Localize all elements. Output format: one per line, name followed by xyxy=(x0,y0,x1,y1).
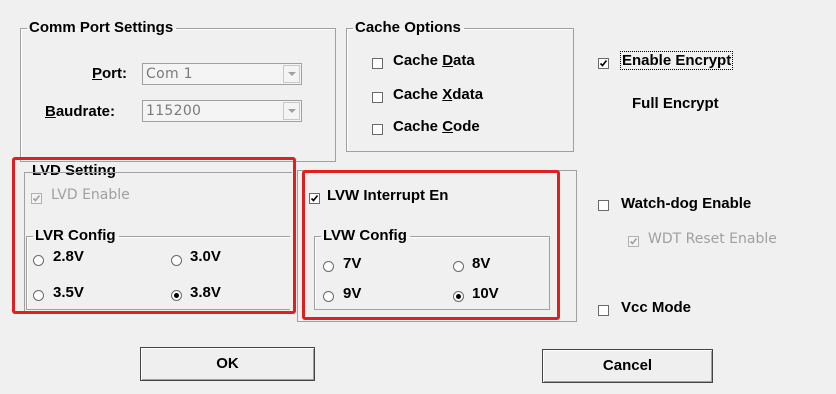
lvd-highlight-box xyxy=(12,157,296,314)
baudrate-value: 115200 xyxy=(146,103,202,119)
cache-code-label[interactable]: Cache Code xyxy=(393,118,480,135)
ok-button[interactable]: OK xyxy=(140,347,315,381)
wdt-reset-checkbox[interactable] xyxy=(628,236,639,247)
comm-port-settings-title: Comm Port Settings xyxy=(29,19,174,36)
port-label: Port: xyxy=(92,65,128,82)
chevron-down-icon xyxy=(288,109,296,113)
vcc-mode-checkbox[interactable] xyxy=(598,305,609,316)
checkmark-icon xyxy=(629,238,638,245)
enable-encrypt-label[interactable]: Enable Encrypt xyxy=(619,51,734,70)
comm-port-settings-group: Comm Port Settings xyxy=(20,20,336,162)
enable-encrypt-checkbox[interactable] xyxy=(598,58,609,69)
cancel-button[interactable]: Cancel xyxy=(542,349,713,383)
cache-data-label[interactable]: Cache Data xyxy=(393,52,475,69)
checkmark-icon xyxy=(599,60,608,67)
wdt-reset-label[interactable]: WDT Reset Enable xyxy=(648,231,777,247)
chevron-down-icon xyxy=(288,72,296,76)
port-dropdown-button[interactable] xyxy=(283,65,300,83)
baudrate-dropdown-button[interactable] xyxy=(283,102,300,120)
port-select[interactable]: Com 1 xyxy=(142,63,302,85)
port-value: Com 1 xyxy=(146,66,193,82)
watchdog-enable-checkbox[interactable] xyxy=(598,200,609,211)
cache-data-checkbox[interactable] xyxy=(372,58,383,69)
full-encrypt-text: Full Encrypt xyxy=(632,95,719,112)
watchdog-enable-label[interactable]: Watch-dog Enable xyxy=(621,195,751,212)
lvw-highlight-box xyxy=(302,170,560,320)
cache-code-checkbox[interactable] xyxy=(372,124,383,135)
baudrate-label: Baudrate: xyxy=(45,103,116,120)
baudrate-select[interactable]: 115200 xyxy=(142,100,302,122)
cache-xdata-label[interactable]: Cache Xdata xyxy=(393,86,483,103)
cache-xdata-checkbox[interactable] xyxy=(372,92,383,103)
vcc-mode-label[interactable]: Vcc Mode xyxy=(621,299,691,316)
cache-options-title: Cache Options xyxy=(355,19,461,36)
